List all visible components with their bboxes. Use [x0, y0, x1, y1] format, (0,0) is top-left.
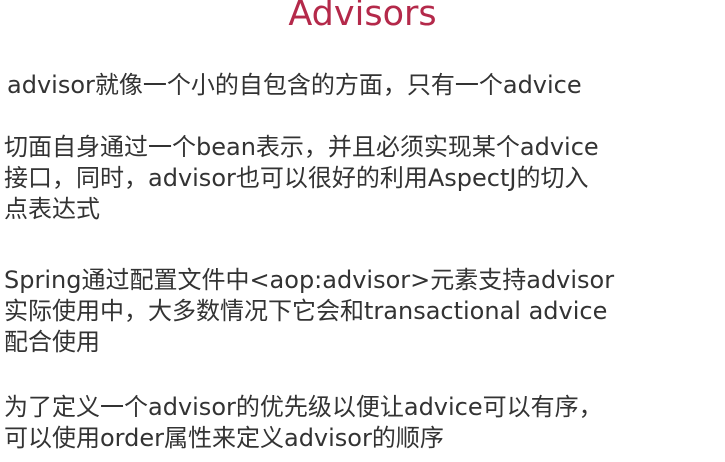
paragraph-line: 点表达式 [4, 195, 100, 223]
paragraph-advisor-order: 为了定义一个advisor的优先级以便让advice可以有序， 可以使用orde… [4, 392, 716, 454]
paragraph-line: 实际使用中，大多数情况下它会和transactional advice [4, 297, 608, 325]
slide: Advisors advisor就像一个小的自包含的方面，只有一个advice … [0, 0, 725, 462]
paragraph-advisor-definition: advisor就像一个小的自包含的方面，只有一个advice [7, 70, 719, 101]
paragraph-line: 接口，同时，advisor也可以很好的利用AspectJ的切入 [4, 164, 589, 192]
paragraph-line: 配合使用 [4, 328, 100, 356]
paragraph-line: advisor就像一个小的自包含的方面，只有一个advice [7, 71, 582, 99]
paragraph-aspect-bean: 切面自身通过一个bean表示，并且必须实现某个advice 接口，同时，advi… [4, 132, 716, 225]
slide-title: Advisors [288, 0, 437, 34]
paragraph-line: Spring通过配置文件中<aop:advisor>元素支持advisor [4, 266, 615, 294]
paragraph-line: 可以使用order属性来定义advisor的顺序 [4, 424, 444, 452]
paragraph-line: 切面自身通过一个bean表示，并且必须实现某个advice [4, 133, 599, 161]
paragraph-line: 为了定义一个advisor的优先级以便让advice可以有序， [4, 393, 603, 421]
paragraph-spring-config: Spring通过配置文件中<aop:advisor>元素支持advisor 实际… [4, 265, 716, 358]
